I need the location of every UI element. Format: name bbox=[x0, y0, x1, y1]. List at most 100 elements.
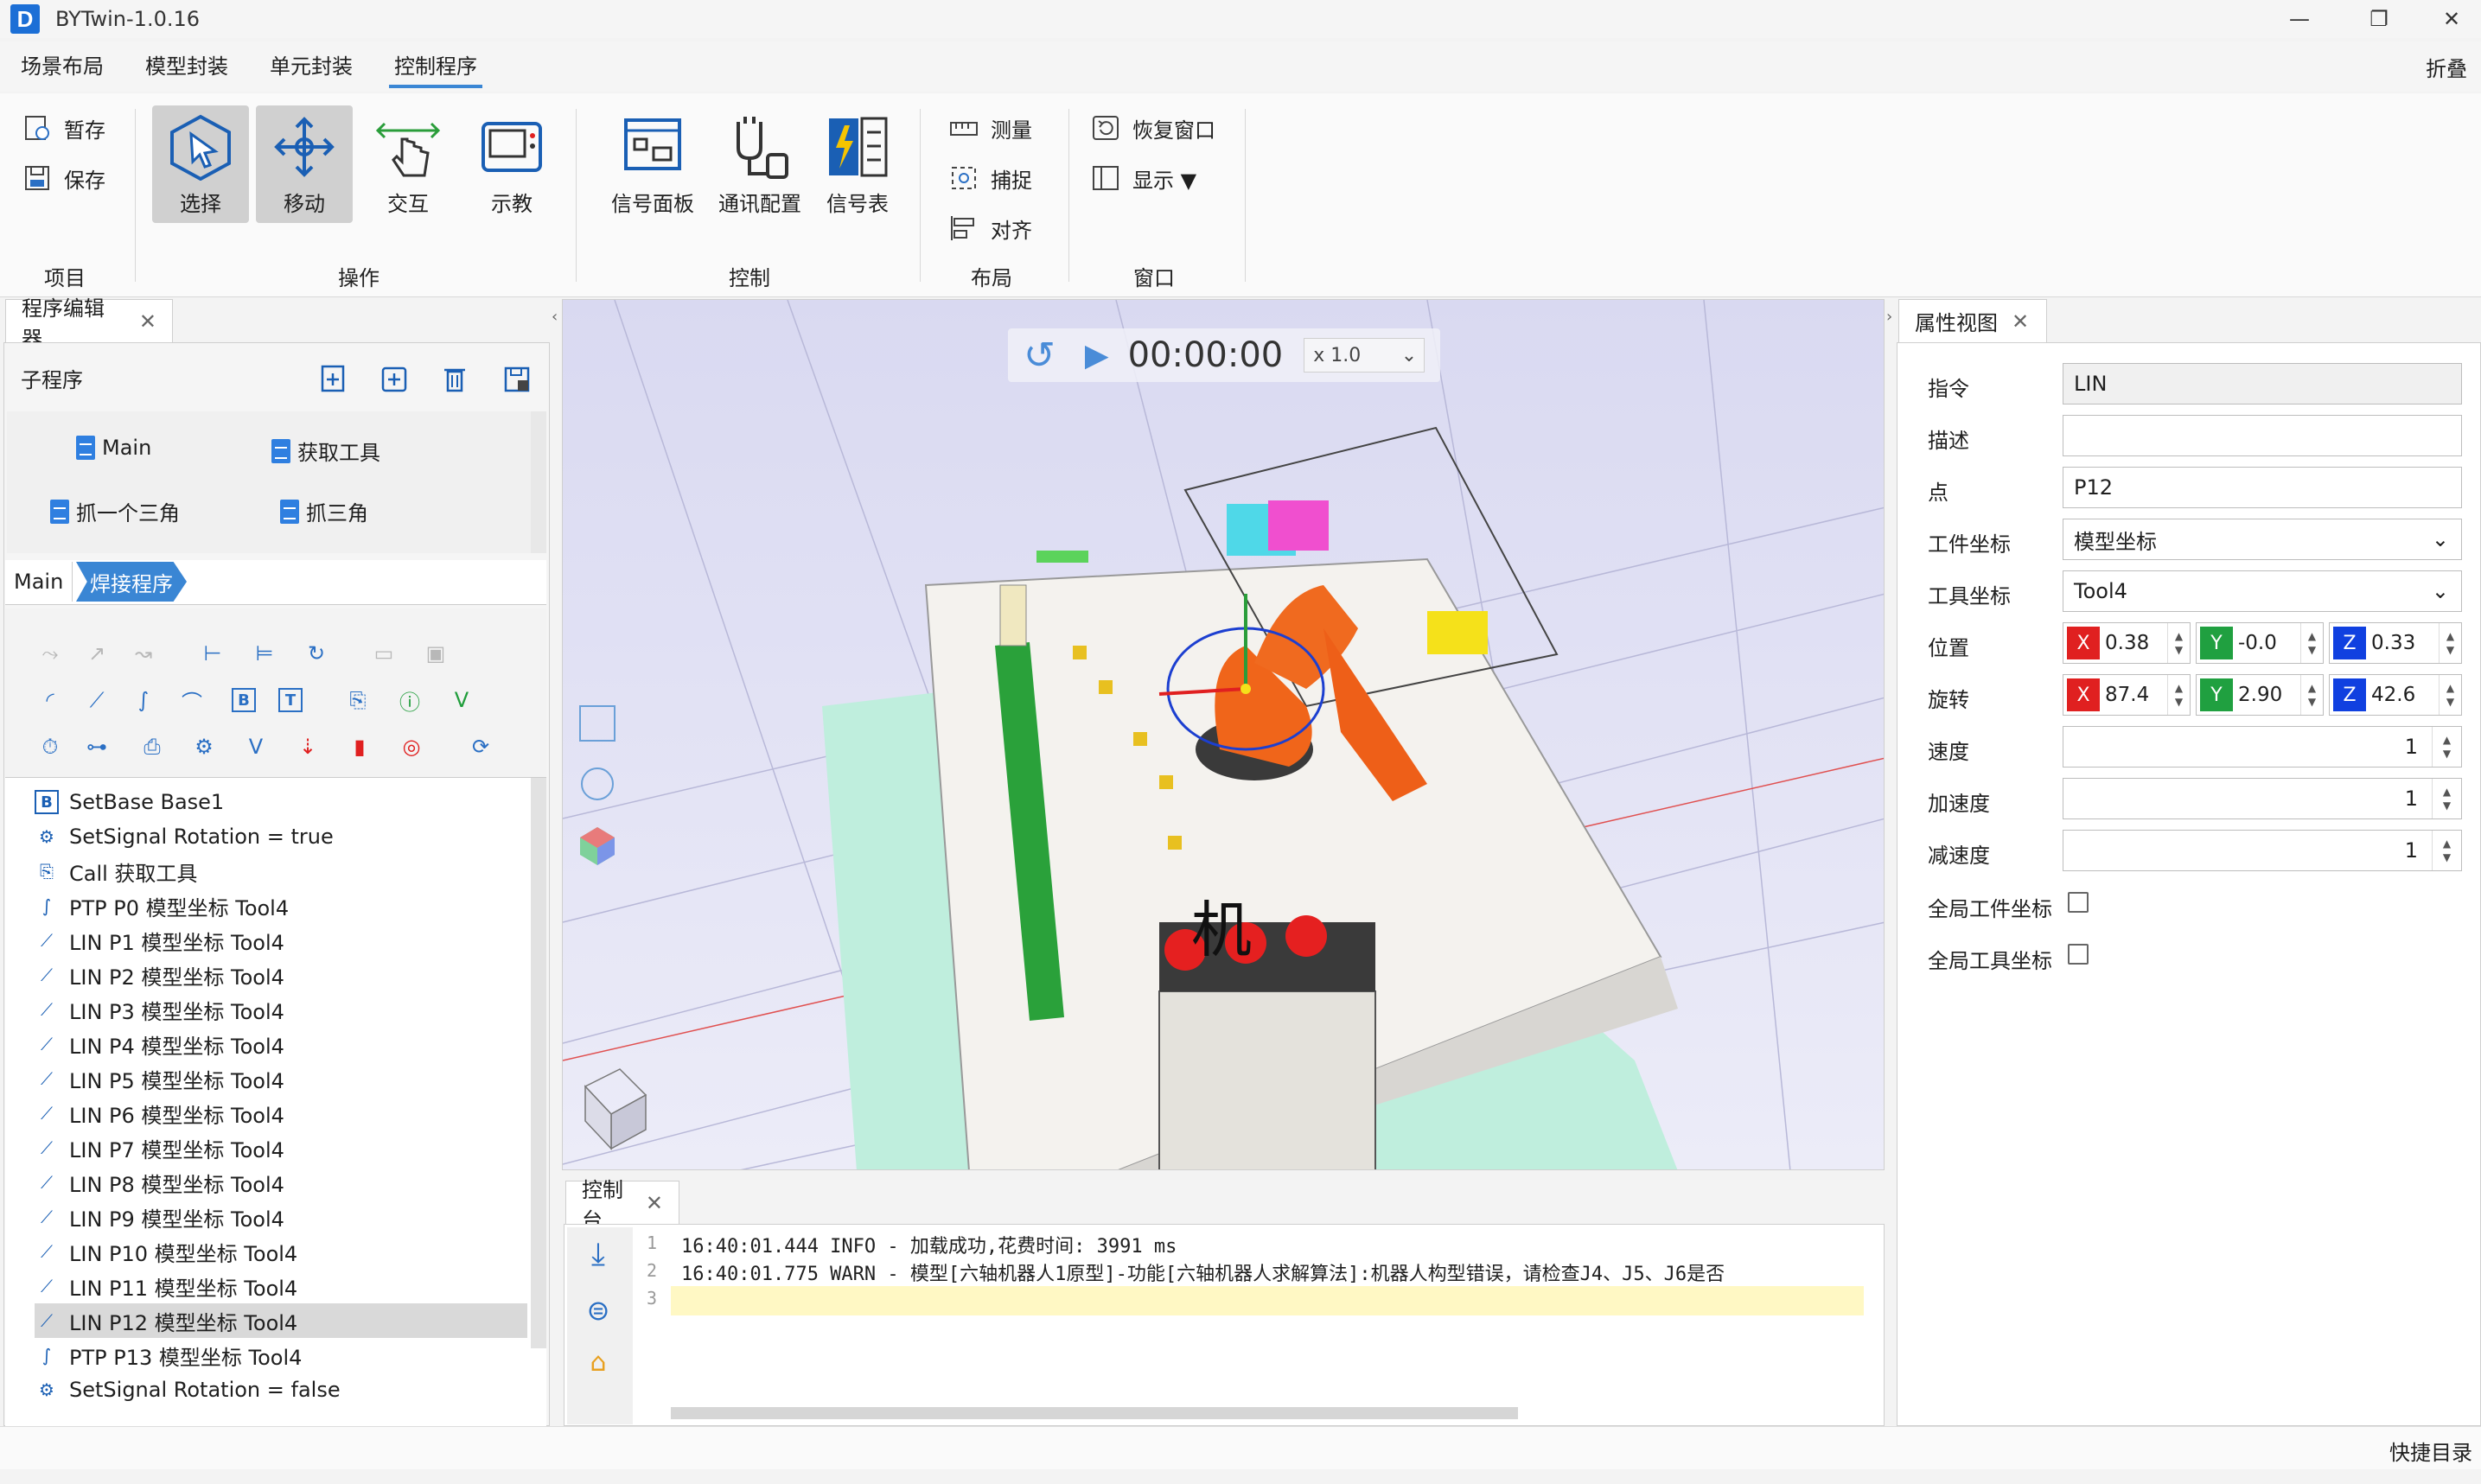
wait-signal-icon[interactable]: ⇣ bbox=[290, 729, 325, 764]
signal-panel-button[interactable]: 信号面板 bbox=[596, 105, 709, 223]
variable-icon[interactable]: V bbox=[444, 683, 479, 717]
work-coord-select[interactable]: 模型坐标 ⌄ bbox=[2063, 519, 2462, 560]
program-line[interactable]: ⟋ LIN P12 模型坐标 Tool4 bbox=[35, 1303, 527, 1338]
program-line[interactable]: ⟋ LIN P2 模型坐标 Tool4 bbox=[35, 958, 527, 992]
program-line[interactable]: ⟋ LIN P4 模型坐标 Tool4 bbox=[35, 1027, 527, 1061]
circle-arc-icon[interactable]: ⌒ bbox=[175, 683, 209, 717]
spline-move-icon[interactable]: ↝ bbox=[126, 636, 161, 671]
select-button[interactable]: 选择 bbox=[152, 105, 249, 223]
spinner-icon[interactable]: ▲ ▼ bbox=[2167, 675, 2190, 715]
subprogram-item[interactable]: 抓一个三角 bbox=[50, 496, 180, 526]
breadcrumb-weld-program[interactable]: 焊接程序 bbox=[76, 562, 187, 602]
signal-table-button[interactable]: 信号表 bbox=[807, 105, 908, 223]
program-line[interactable]: ⚙ SetSignal Rotation = false bbox=[35, 1373, 527, 1407]
menu-scene-layout[interactable]: 场景布局 bbox=[0, 41, 124, 92]
right-collapse-icon[interactable]: › bbox=[1886, 308, 1895, 326]
close-window-button[interactable]: ✕ bbox=[2412, 0, 2481, 38]
download-icon[interactable]: ⤓ bbox=[581, 1237, 615, 1272]
settool-icon[interactable]: T bbox=[273, 683, 308, 717]
speed-input[interactable]: 1 ▲ ▼ bbox=[2063, 726, 2462, 767]
program-line[interactable]: ⚙ SetSignal Rotation = true bbox=[35, 819, 527, 854]
decel-input[interactable]: 1 ▲ ▼ bbox=[2063, 830, 2462, 871]
tab-properties[interactable]: 属性视图 ✕ bbox=[1898, 299, 2047, 342]
program-scrollbar[interactable] bbox=[531, 778, 546, 1348]
rotation-x-field[interactable]: X 87.4 ▲ ▼ bbox=[2063, 674, 2191, 716]
collapse-ribbon-button[interactable]: 折叠 bbox=[2426, 41, 2467, 97]
program-line[interactable]: ⟋ LIN P5 模型坐标 Tool4 bbox=[35, 1061, 527, 1096]
reset-icon[interactable]: ↺ bbox=[1024, 334, 1056, 378]
subprogram-item[interactable]: 获取工具 bbox=[271, 436, 380, 466]
program-line[interactable]: ⎘ Call 获取工具 bbox=[35, 854, 527, 888]
menu-unit-package[interactable]: 单元封装 bbox=[249, 41, 373, 92]
scroll-lock-icon[interactable]: ⊜ bbox=[581, 1293, 615, 1328]
gripper-icon[interactable]: ▣ bbox=[418, 636, 453, 671]
restore-layout-button[interactable]: 恢复窗口 bbox=[1091, 109, 1215, 147]
3d-viewport[interactable] bbox=[562, 299, 1885, 1170]
subprogram-scrollbar[interactable] bbox=[531, 411, 546, 553]
info-icon[interactable]: ⓘ bbox=[392, 683, 427, 717]
rotation-y-field[interactable]: Y 2.90 ▲ ▼ bbox=[2196, 674, 2324, 716]
arc-icon[interactable]: ◜ bbox=[33, 683, 67, 717]
program-line[interactable]: ⟋ LIN P3 模型坐标 Tool4 bbox=[35, 992, 527, 1027]
quick-directory-button[interactable]: 快捷目录 bbox=[2389, 1436, 2472, 1466]
global-work-checkbox[interactable] bbox=[2068, 892, 2089, 913]
position-y-field[interactable]: Y -0.0 ▲ ▼ bbox=[2196, 622, 2324, 664]
program-line[interactable]: B SetBase Base1 bbox=[35, 785, 527, 819]
tool-coord-select[interactable]: Tool4 ⌄ bbox=[2063, 570, 2462, 612]
sync-icon[interactable]: ⟳ bbox=[463, 729, 498, 764]
menu-control-program[interactable]: 控制程序 bbox=[373, 41, 498, 92]
setbase-icon[interactable]: B bbox=[226, 683, 261, 717]
subprogram-item[interactable]: Main bbox=[76, 436, 151, 460]
teach-button[interactable]: 示教 bbox=[463, 105, 560, 223]
spinner-icon[interactable]: ▲ ▼ bbox=[2167, 623, 2190, 663]
close-tab-icon[interactable]: ✕ bbox=[2012, 309, 2029, 334]
minimize-button[interactable]: — bbox=[2260, 0, 2339, 38]
spinner-icon[interactable]: ▲ ▼ bbox=[2439, 623, 2461, 663]
breadcrumb-main[interactable]: Main bbox=[5, 562, 73, 602]
description-input[interactable] bbox=[2063, 415, 2462, 456]
play-icon[interactable]: ▶ bbox=[1085, 338, 1109, 373]
playback-speed-select[interactable]: x 1.0 ⌄ bbox=[1304, 338, 1425, 373]
conveyor-icon[interactable]: ▭ bbox=[367, 636, 401, 671]
delete-subprogram-icon[interactable] bbox=[437, 361, 472, 396]
snap-button[interactable]: 捕捉 bbox=[949, 159, 1032, 197]
call-subprogram-icon[interactable]: ⎘ bbox=[341, 683, 375, 717]
program-line[interactable]: ⟋ LIN P6 模型坐标 Tool4 bbox=[35, 1096, 527, 1131]
align-button[interactable]: 对齐 bbox=[949, 209, 1032, 247]
line-icon[interactable]: ⟋ bbox=[80, 683, 114, 717]
spinner-icon[interactable]: ▲ ▼ bbox=[2439, 675, 2461, 715]
restore-window-button[interactable]: ❐ bbox=[2339, 0, 2419, 38]
left-collapse-icon[interactable]: ‹ bbox=[552, 308, 560, 326]
spinner-icon[interactable]: ▲ ▼ bbox=[2300, 675, 2323, 715]
frame-list-icon[interactable]: ⊨ bbox=[247, 636, 282, 671]
arc-move-icon[interactable]: ↗ bbox=[80, 636, 114, 671]
program-line[interactable]: ⟋ LIN P10 模型坐标 Tool4 bbox=[35, 1234, 527, 1269]
move-button[interactable]: 移动 bbox=[256, 105, 353, 223]
global-tool-checkbox[interactable] bbox=[2068, 944, 2089, 965]
spinner-icon[interactable]: ▲ ▼ bbox=[2432, 779, 2461, 818]
target-icon[interactable]: ◎ bbox=[394, 729, 429, 764]
circle-move-icon[interactable]: ⤳ bbox=[33, 636, 67, 671]
timer-icon[interactable]: ⏱ bbox=[33, 729, 67, 764]
display-dropdown-button[interactable]: 显示 ▼ bbox=[1091, 159, 1196, 197]
point-input[interactable]: P12 bbox=[2063, 467, 2462, 508]
comm-config-button[interactable]: 通讯配置 bbox=[704, 105, 816, 223]
branch-icon[interactable]: ⊶ bbox=[80, 729, 114, 764]
close-tab-icon[interactable]: ✕ bbox=[646, 1191, 663, 1215]
traffic-light-icon[interactable]: ▮ bbox=[342, 729, 377, 764]
subprogram-item[interactable]: 抓三角 bbox=[280, 496, 368, 526]
position-z-field[interactable]: Z 0.33 ▲ ▼ bbox=[2329, 622, 2462, 664]
save-temp-button[interactable]: 暂存 bbox=[22, 109, 105, 147]
clear-console-icon[interactable]: ⌂ bbox=[581, 1345, 615, 1379]
program-line[interactable]: ⟋ LIN P1 模型坐标 Tool4 bbox=[35, 923, 527, 958]
set-signal-icon[interactable]: ⚙ bbox=[187, 729, 221, 764]
console-h-scrollbar[interactable] bbox=[671, 1407, 1518, 1419]
program-line[interactable]: ⟋ LIN P8 模型坐标 Tool4 bbox=[35, 1165, 527, 1200]
save-button[interactable]: 保存 bbox=[22, 159, 105, 197]
menu-model-package[interactable]: 模型封装 bbox=[124, 41, 249, 92]
program-line[interactable]: ∫ PTP P0 模型坐标 Tool4 bbox=[35, 888, 527, 923]
tab-console[interactable]: 控制台 ✕ bbox=[565, 1178, 679, 1232]
position-x-field[interactable]: X 0.38 ▲ ▼ bbox=[2063, 622, 2191, 664]
frame-icon[interactable]: ⊢ bbox=[195, 636, 230, 671]
spinner-icon[interactable]: ▲ ▼ bbox=[2432, 831, 2461, 870]
